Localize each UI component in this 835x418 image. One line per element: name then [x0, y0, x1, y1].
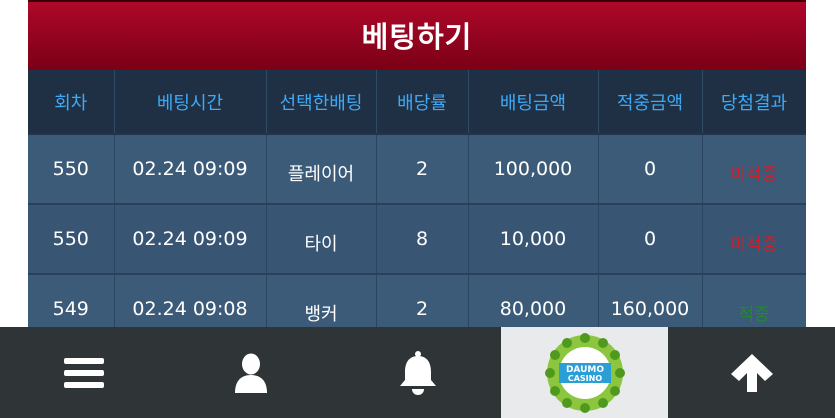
cell-result: 미적중: [702, 204, 806, 275]
profile-button[interactable]: [167, 327, 334, 418]
cell-time: 02.24 09:09: [114, 204, 267, 275]
cell-result: 미적중: [702, 134, 806, 205]
column-header-odds: 배당률: [376, 70, 469, 135]
betting-table: 회차 베팅시간 선택한배팅 배당률 배팅금액 적중금액 당첨결과 550 02.…: [28, 70, 806, 330]
column-header-payout: 적중금액: [598, 70, 703, 135]
cell-selection: 플레이어: [266, 134, 377, 205]
bottom-nav: DAUMO CASINO: [0, 327, 835, 418]
cell-payout: 0: [598, 204, 703, 275]
table-row: 550 02.24 09:09 플레이어 2 100,000 0 미적중: [28, 134, 806, 205]
column-header-time: 베팅시간: [114, 70, 267, 135]
bell-icon: [399, 350, 436, 395]
page-title-bar: 베팅하기: [28, 0, 806, 70]
user-icon: [234, 353, 267, 393]
table-row: 549 02.24 09:08 뱅커 2 80,000 160,000 적중: [28, 274, 806, 330]
cell-round: 549: [28, 274, 115, 330]
column-header-selection: 선택한배팅: [266, 70, 377, 135]
logo-text-casino: CASINO: [567, 374, 601, 383]
cell-round: 550: [28, 134, 115, 205]
cell-odds: 2: [376, 274, 469, 330]
page-title: 베팅하기: [361, 20, 473, 54]
casino-logo-tab[interactable]: DAUMO CASINO: [501, 327, 668, 418]
menu-button[interactable]: [0, 327, 167, 418]
cell-amount: 100,000: [468, 134, 599, 205]
column-header-round: 회차: [28, 70, 115, 135]
cell-result: 적중: [702, 274, 806, 330]
cell-time: 02.24 09:09: [114, 134, 267, 205]
table-row: 550 02.24 09:09 타이 8 10,000 0 미적중: [28, 204, 806, 275]
table-header-row: 회차 베팅시간 선택한배팅 배당률 배팅금액 적중금액 당첨결과: [28, 70, 806, 135]
casino-logo: DAUMO CASINO: [544, 332, 625, 413]
menu-icon: [63, 357, 104, 388]
column-header-result: 당첨결과: [702, 70, 806, 135]
cell-selection: 타이: [266, 204, 377, 275]
cell-odds: 8: [376, 204, 469, 275]
cell-amount: 80,000: [468, 274, 599, 330]
cell-selection: 뱅커: [266, 274, 377, 330]
column-header-amount: 배팅금액: [468, 70, 599, 135]
cell-odds: 2: [376, 134, 469, 205]
cell-payout: 0: [598, 134, 703, 205]
cell-payout: 160,000: [598, 274, 703, 330]
betting-panel: 베팅하기 회차 베팅시간 선택한배팅 배당률 배팅금액 적중금액 당첨결과 55…: [28, 0, 806, 330]
cell-amount: 10,000: [468, 204, 599, 275]
cell-round: 550: [28, 204, 115, 275]
notifications-button[interactable]: [334, 327, 501, 418]
arrow-up-icon: [730, 353, 773, 392]
cell-time: 02.24 09:08: [114, 274, 267, 330]
scroll-top-button[interactable]: [668, 327, 835, 418]
